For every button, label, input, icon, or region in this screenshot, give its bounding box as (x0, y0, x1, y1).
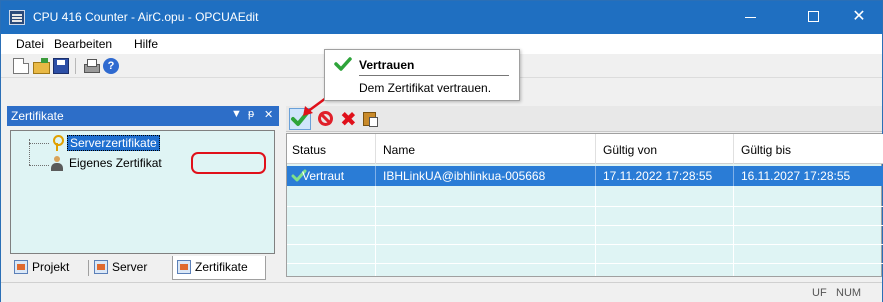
certificate-list: Status Name Gültig von Gültig bis Vertra… (286, 133, 883, 277)
grid-line (287, 206, 883, 207)
tree-item-label: Eigenes Zertifikat (69, 156, 162, 170)
maximize-icon (807, 11, 819, 23)
delete-button[interactable]: ✖ (339, 107, 359, 131)
column-separator[interactable] (375, 134, 376, 164)
close-button[interactable]: ✕ (836, 1, 882, 34)
tooltip-divider (359, 75, 509, 76)
panel-title: Zertifikate (11, 109, 64, 123)
table-row[interactable]: Vertraut IBHLinkUA@ibhlinkua-005668 17.1… (287, 166, 883, 186)
column-header-valid-from[interactable]: Gültig von (603, 143, 657, 157)
cell-separator (375, 166, 376, 186)
certificates-panel: Zertifikate ▼ ᵽ ✕ Serverzertifikate Eige… (7, 106, 279, 283)
tooltip-description: Dem Zertifikat vertrauen. (359, 81, 492, 95)
grid-line (287, 263, 883, 264)
column-header-name[interactable]: Name (383, 143, 415, 157)
column-header-valid-to[interactable]: Gültig bis (741, 143, 791, 157)
cell-separator (595, 166, 596, 186)
print-icon[interactable] (83, 58, 100, 74)
menu-hilfe[interactable]: Hilfe (134, 37, 158, 51)
minimize-button[interactable] (727, 1, 773, 34)
help-icon[interactable]: ? (103, 58, 119, 74)
cell-valid-to: 16.11.2027 17:28:55 (741, 169, 851, 183)
maximize-button[interactable] (790, 1, 836, 34)
status-indicator-uf: UF (812, 287, 827, 299)
list-header: Status Name Gültig von Gültig bis (287, 134, 883, 164)
open-icon[interactable] (33, 58, 50, 74)
column-header-status[interactable]: Status (292, 143, 326, 157)
status-bar: UF NUM (1, 282, 882, 302)
tooltip-title: Vertrauen (359, 58, 415, 72)
certificate-tree: Serverzertifikate Eigenes Zertifikat (10, 130, 275, 254)
paste-icon (363, 112, 378, 127)
panel-header: Zertifikate ▼ ᵽ ✕ (7, 106, 279, 126)
panel-tabstrip: Projekt Server Zertifikate (10, 256, 275, 280)
grid-line (595, 186, 596, 276)
column-separator[interactable] (733, 134, 734, 164)
cell-valid-from: 17.11.2022 17:28:55 (603, 169, 713, 183)
close-icon: ✕ (852, 8, 866, 25)
tab-label: Projekt (32, 260, 70, 274)
tab-label: Server (112, 260, 148, 274)
tooltip: Vertrauen Dem Zertifikat vertrauen. (324, 49, 520, 101)
grid-line (733, 186, 734, 276)
cell-name: IBHLinkUA@ibhlinkua-005668 (383, 169, 546, 183)
server-icon (94, 260, 108, 274)
app-window: CPU 416 Counter - AirC.opu - OPCUAEdit ✕… (0, 0, 883, 302)
grid-line (287, 225, 883, 226)
certificate-toolbar: ✖ (286, 106, 882, 132)
panel-dropdown-icon[interactable]: ▼ (231, 108, 242, 120)
panel-pin-icon[interactable]: ᵽ (248, 108, 254, 120)
tree-line (29, 143, 49, 144)
highlight-frame (191, 152, 266, 174)
save-icon[interactable] (53, 58, 69, 74)
cell-status: Vertraut (302, 169, 345, 183)
tree-item-label: Serverzertifikate (67, 135, 160, 151)
delete-icon: ✖ (340, 107, 357, 131)
column-separator[interactable] (595, 134, 596, 164)
menu-bearbeiten[interactable]: Bearbeiten (54, 37, 112, 51)
minimize-icon (744, 17, 756, 19)
tree-line (29, 165, 49, 166)
project-icon (14, 260, 28, 274)
panel-close-icon[interactable]: ✕ (264, 108, 273, 121)
toolbar-separator (75, 58, 76, 74)
key-icon (51, 135, 64, 151)
app-icon (9, 10, 25, 25)
menu-datei[interactable]: Datei (16, 37, 44, 51)
tab-separator (88, 260, 89, 276)
new-icon[interactable] (13, 58, 29, 74)
tab-label: Zertifikate (195, 260, 248, 274)
grid-line (287, 244, 883, 245)
paste-button[interactable] (361, 109, 381, 129)
grid-line (375, 186, 376, 276)
tab-zertifikate[interactable]: Zertifikate (172, 256, 266, 280)
cell-separator (733, 166, 734, 186)
user-icon (51, 156, 63, 171)
check-icon (334, 57, 352, 71)
certificate-icon (177, 260, 191, 274)
title-bar: CPU 416 Counter - AirC.opu - OPCUAEdit ✕ (1, 1, 882, 34)
window-title: CPU 416 Counter - AirC.opu - OPCUAEdit (33, 10, 259, 24)
status-indicator-num: NUM (836, 287, 862, 299)
